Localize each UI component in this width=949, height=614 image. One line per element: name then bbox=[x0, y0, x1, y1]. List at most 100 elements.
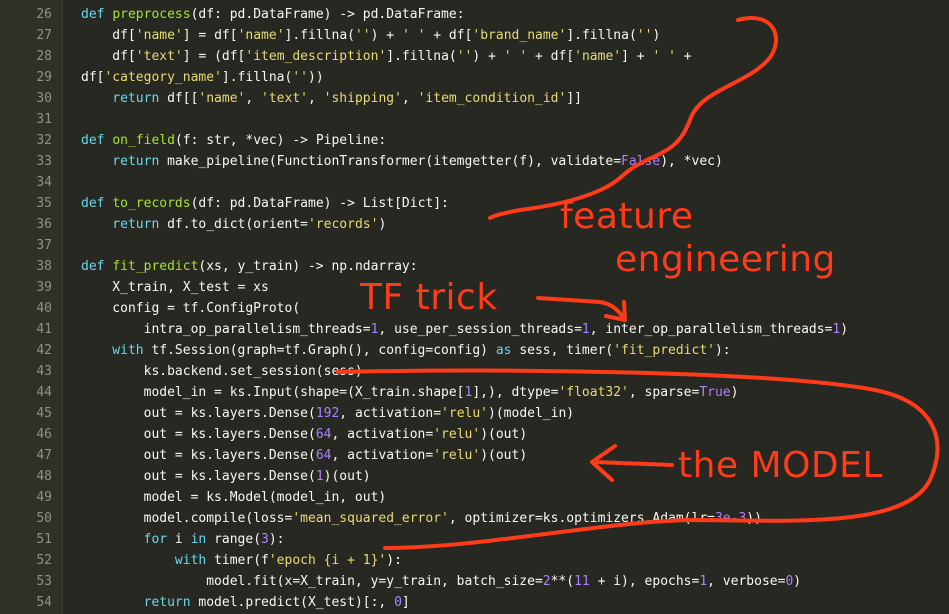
code-token: 1 bbox=[699, 574, 708, 589]
code-token: timer(f bbox=[214, 553, 269, 568]
code-token: return bbox=[81, 217, 168, 232]
code-token: (df: pd.DataFrame) -> pd.DataFrame: bbox=[190, 7, 465, 22]
code-token: 64 bbox=[315, 427, 332, 442]
code-token: ].fillna( bbox=[284, 28, 355, 43]
line-number: 45 bbox=[36, 406, 52, 421]
line-number: 36 bbox=[36, 217, 52, 232]
line-number: 30 bbox=[36, 91, 52, 106]
code-line: 29 df['category_name'].fillna('')) bbox=[0, 67, 949, 88]
code-token: ), *vec) bbox=[660, 154, 723, 169]
code-token: ): bbox=[386, 553, 402, 568]
code-token: i bbox=[174, 532, 191, 547]
line-number: 53 bbox=[36, 574, 52, 589]
code-line: 42 with tf.Session(graph=tf.Graph(), con… bbox=[0, 340, 949, 361]
code-text: def fit_predict(xs, y_train) -> np.ndarr… bbox=[81, 256, 418, 277]
code-token: 'fit_predict' bbox=[613, 343, 715, 358]
line-number: 29 bbox=[36, 70, 52, 85]
line-number: 39 bbox=[36, 280, 52, 295]
code-token: def bbox=[81, 196, 113, 211]
code-token: model = ks.Model(model_in, out) bbox=[81, 490, 387, 505]
code-token: ) bbox=[793, 574, 802, 589]
code-token: '' bbox=[292, 70, 308, 85]
code-token: ].fillna( bbox=[566, 28, 637, 43]
code-token: with bbox=[81, 343, 152, 358]
annotation-the-model: the MODEL bbox=[678, 445, 883, 486]
code-token: def bbox=[81, 133, 113, 148]
code-token: model.compile(loss= bbox=[81, 511, 293, 526]
code-token: 1 bbox=[581, 322, 590, 337]
code-text: out = ks.layers.Dense(1)(out) bbox=[81, 466, 371, 487]
code-token: fit_predict bbox=[112, 259, 199, 274]
code-token: '' bbox=[354, 28, 371, 43]
line-number: 50 bbox=[36, 511, 52, 526]
code-token: , sparse= bbox=[628, 385, 700, 400]
code-token: True bbox=[699, 385, 731, 400]
code-line: 43 ks.backend.set_session(sess) bbox=[0, 361, 949, 382]
code-text: with timer(f'epoch {i + 1}'): bbox=[81, 550, 402, 571]
code-token: ],), dtype= bbox=[472, 385, 559, 400]
code-text: def on_field(f: str, *vec) -> Pipeline: bbox=[81, 130, 386, 151]
line-number: 31 bbox=[36, 112, 52, 127]
code-text: model.fit(x=X_train, y=y_train, batch_si… bbox=[81, 571, 801, 592]
code-token: ' ' bbox=[503, 49, 528, 64]
annotation-feature: feature bbox=[560, 196, 694, 237]
code-token: , bbox=[401, 91, 418, 106]
line-number: 41 bbox=[36, 322, 52, 337]
code-token: + df[ bbox=[425, 28, 473, 43]
code-token: out = ks.layers.Dense( bbox=[81, 406, 316, 421]
code-token: ].fillna( bbox=[221, 70, 293, 85]
code-token: 3e-3 bbox=[714, 511, 747, 526]
code-token: 64 bbox=[315, 448, 332, 463]
code-token: ) bbox=[378, 217, 387, 232]
code-token: intra_op_parallelism_threads= bbox=[81, 322, 371, 337]
code-token: 'relu' bbox=[433, 448, 481, 463]
line-number: 46 bbox=[36, 427, 52, 442]
code-token: df[ bbox=[81, 49, 136, 64]
code-token: 'relu' bbox=[433, 427, 481, 442]
code-text: with tf.Session(graph=tf.Graph(), config… bbox=[81, 340, 730, 361]
code-line: 52 with timer(f'epoch {i + 1}'): bbox=[0, 550, 949, 571]
code-token: ): bbox=[268, 532, 285, 547]
code-line: 54 return model.predict(X_test)[:, 0] bbox=[0, 592, 949, 613]
code-token: def bbox=[81, 259, 113, 274]
code-token: df.to_dict(orient= bbox=[167, 217, 308, 232]
code-token: 'item_description' bbox=[245, 49, 387, 64]
code-token: 11 bbox=[574, 574, 590, 589]
code-token: 'shipping' bbox=[323, 91, 402, 106]
code-text: X_train, X_test = xs bbox=[81, 277, 269, 298]
code-token: , activation= bbox=[339, 406, 442, 421]
code-token: sess, timer( bbox=[519, 343, 614, 358]
annotation-tf-trick: TF trick bbox=[360, 277, 498, 318]
code-token: )) bbox=[308, 70, 324, 85]
code-token: return bbox=[81, 595, 199, 610]
code-token: , optimizer=ks.optimizers.Adam(lr= bbox=[448, 511, 715, 526]
line-number: 49 bbox=[36, 490, 52, 505]
code-text: return df[['name', 'text', 'shipping', '… bbox=[81, 88, 582, 109]
code-line: 35 def to_records(df: pd.DataFrame) -> Li… bbox=[0, 193, 949, 214]
line-number: 52 bbox=[36, 553, 52, 568]
code-line: 44 model_in = ks.Input(shape=(X_train.sh… bbox=[0, 382, 949, 403]
code-text: out = ks.layers.Dense(64, activation='re… bbox=[81, 424, 528, 445]
code-token: make_pipeline(FunctionTransformer(itemge… bbox=[167, 154, 622, 169]
code-token: 'name' bbox=[135, 28, 183, 43]
code-editor[interactable]: 26 def preprocess(df: pd.DataFrame) -> pd… bbox=[0, 0, 949, 614]
line-number: 44 bbox=[36, 385, 52, 400]
code-token: for bbox=[81, 532, 175, 547]
code-token: 'text' bbox=[135, 49, 183, 64]
code-text: model_in = ks.Input(shape=(X_train.shape… bbox=[81, 382, 739, 403]
line-number: 40 bbox=[36, 301, 52, 316]
line-number: 54 bbox=[36, 595, 52, 610]
code-token: 'text' bbox=[261, 91, 308, 106]
code-token: ' ' bbox=[652, 49, 676, 64]
code-text: out = ks.layers.Dense(64, activation='re… bbox=[81, 445, 528, 466]
code-line: 36 return df.to_dict(orient='records') bbox=[0, 214, 949, 235]
code-token: 'float32' bbox=[558, 385, 629, 400]
code-line: 45 out = ks.layers.Dense(192, activation… bbox=[0, 403, 949, 424]
code-text: def preprocess(df: pd.DataFrame) -> pd.D… bbox=[81, 4, 465, 25]
code-token: + df[ bbox=[527, 49, 575, 64]
code-token: df[ bbox=[81, 28, 136, 43]
code-line: 30 return df[['name', 'text', 'shipping'… bbox=[0, 88, 949, 109]
code-token: return bbox=[81, 154, 168, 169]
code-token: 1 bbox=[315, 469, 324, 484]
code-token: X_train, X_test = xs bbox=[81, 280, 269, 295]
